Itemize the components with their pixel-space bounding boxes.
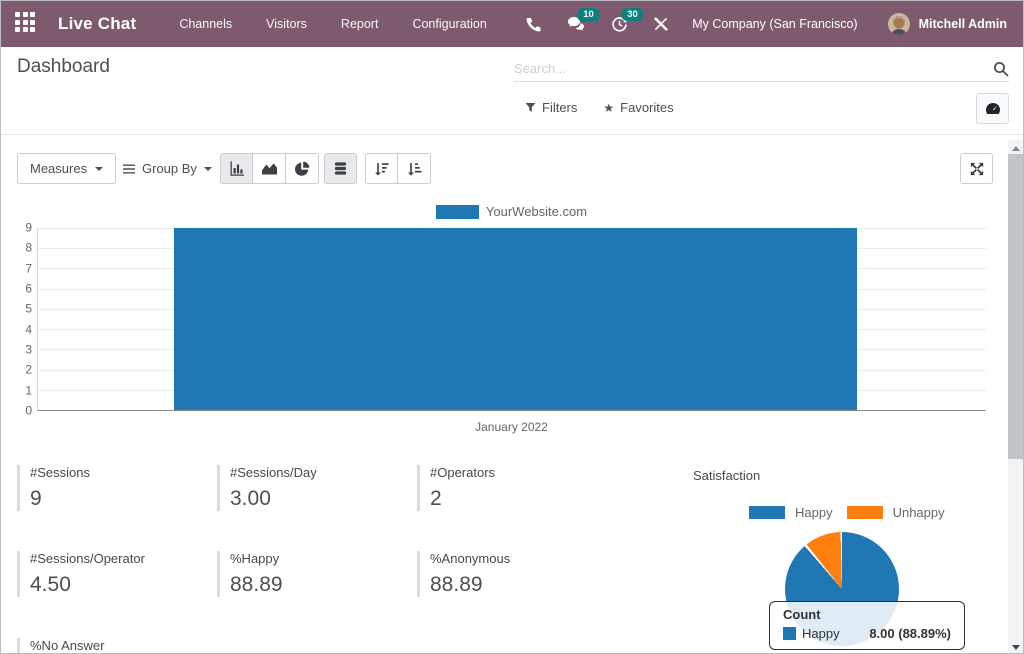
favorites-label: Favorites [620, 100, 673, 115]
tooltip-header: Count [783, 607, 951, 622]
stat-label: #Sessions/Operator [30, 551, 207, 566]
panel-divider [1, 134, 1023, 135]
y-axis: 9876543210 [1, 228, 32, 411]
legend-swatch-happy[interactable] [749, 506, 785, 519]
stat-label: %Happy [230, 551, 407, 566]
user-menu[interactable]: Mitchell Admin [919, 17, 1007, 31]
stat-value: 88.89 [430, 573, 607, 597]
livechat-dashboard-page: Live Chat Channels Visitors Report Confi… [0, 0, 1024, 654]
search-icon[interactable] [993, 61, 1009, 77]
chart-type-group [220, 153, 319, 184]
star-icon: ★ [603, 102, 614, 114]
vertical-scrollbar [1008, 140, 1024, 654]
measures-label: Measures [30, 161, 87, 176]
menu-channels[interactable]: Channels [166, 11, 245, 37]
filter-funnel-icon [525, 102, 536, 113]
group-by-label: Group By [142, 161, 197, 176]
stat-sessions: #Sessions 9 [17, 465, 207, 511]
menu-configuration[interactable]: Configuration [399, 11, 499, 37]
stat-happy: %Happy 88.89 [217, 551, 407, 597]
stat-value: 88.89 [230, 573, 407, 597]
legend-label-unhappy[interactable]: Unhappy [893, 505, 945, 520]
scroll-down-arrow-icon[interactable] [1012, 645, 1020, 650]
search-bar [514, 56, 1009, 82]
topbar-right: 10 30 My Company (San Francisco) Mitchel… [500, 13, 1007, 35]
stat-label: %Anonymous [430, 551, 607, 566]
stat-anonymous: %Anonymous 88.89 [417, 551, 607, 597]
sort-descending-button[interactable] [365, 153, 398, 184]
company-switcher[interactable]: My Company (San Francisco) [692, 17, 857, 31]
legend-label-happy[interactable]: Happy [795, 505, 833, 520]
user-avatar[interactable] [888, 13, 910, 35]
stacked-toggle-button[interactable] [324, 153, 357, 184]
stat-value: 9 [30, 487, 207, 511]
stat-value: 3.00 [230, 487, 407, 511]
satisfaction-title: Satisfaction [693, 468, 760, 483]
menu-bars-icon [123, 164, 135, 174]
messages-badge: 10 [577, 8, 600, 22]
stat-label: %No Answer [30, 638, 207, 653]
stat-value: 2 [430, 487, 607, 511]
pie-tooltip: Count Happy 8.00 (88.89%) [769, 601, 965, 650]
stat-label: #Sessions/Day [230, 465, 407, 480]
bar[interactable] [174, 228, 857, 410]
tooltip-row: Happy 8.00 (88.89%) [783, 626, 951, 641]
menu-visitors[interactable]: Visitors [253, 11, 320, 37]
bar-chart-legend[interactable]: YourWebsite.com [37, 204, 986, 219]
app-brand[interactable]: Live Chat [58, 14, 136, 34]
tooltip-value: 8.00 (88.89%) [869, 626, 951, 641]
line-chart-view-button[interactable] [253, 153, 286, 184]
tooltip-swatch [783, 627, 796, 640]
apps-grid-icon[interactable] [15, 12, 39, 36]
filters-label: Filters [542, 100, 577, 115]
scrollbar-thumb[interactable] [1008, 154, 1024, 459]
stat-sessions-day: #Sessions/Day 3.00 [217, 465, 407, 511]
bar-chart-view-button[interactable] [220, 153, 253, 184]
stat-sessions-operator: #Sessions/Operator 4.50 [17, 551, 207, 597]
top-navbar: Live Chat Channels Visitors Report Confi… [1, 1, 1023, 47]
x-axis-label: January 2022 [37, 420, 986, 434]
tools-icon[interactable] [654, 17, 668, 31]
menu-report[interactable]: Report [328, 11, 392, 37]
sort-group [365, 153, 431, 184]
stat-no-answer: %No Answer [17, 638, 207, 654]
bar-chart-plot [37, 228, 986, 411]
tachometer-icon [985, 102, 1001, 115]
favorites-button[interactable]: ★ Favorites [603, 100, 673, 115]
chevron-down-icon [204, 167, 212, 171]
chevron-down-icon [95, 167, 103, 171]
legend-label: YourWebsite.com [486, 204, 587, 219]
legend-swatch [436, 205, 479, 219]
sort-ascending-button[interactable] [398, 153, 431, 184]
dashboard-view-switcher[interactable] [976, 93, 1009, 124]
activity-badge: 30 [621, 8, 644, 22]
stat-label: #Operators [430, 465, 607, 480]
group-by-button[interactable]: Group By [123, 153, 212, 184]
tooltip-label: Happy [802, 626, 840, 641]
pie-legend: Happy Unhappy [749, 505, 949, 520]
activity-clock-icon[interactable]: 30 [611, 16, 628, 33]
phone-icon[interactable] [526, 17, 541, 32]
measures-button[interactable]: Measures [17, 153, 116, 184]
filters-row: Filters ★ Favorites [525, 100, 674, 115]
search-input[interactable] [514, 61, 993, 76]
legend-swatch-unhappy[interactable] [847, 506, 883, 519]
pie-chart-view-button[interactable] [286, 153, 319, 184]
page-title: Dashboard [17, 56, 110, 78]
stat-operators: #Operators 2 [417, 465, 607, 511]
stat-value: 4.50 [30, 573, 207, 597]
scroll-up-arrow-icon[interactable] [1012, 146, 1020, 151]
filters-button[interactable]: Filters [525, 100, 577, 115]
messages-icon[interactable]: 10 [567, 16, 585, 32]
stat-label: #Sessions [30, 465, 207, 480]
expand-icon[interactable] [960, 153, 993, 184]
top-menu: Channels Visitors Report Configuration [166, 11, 499, 37]
